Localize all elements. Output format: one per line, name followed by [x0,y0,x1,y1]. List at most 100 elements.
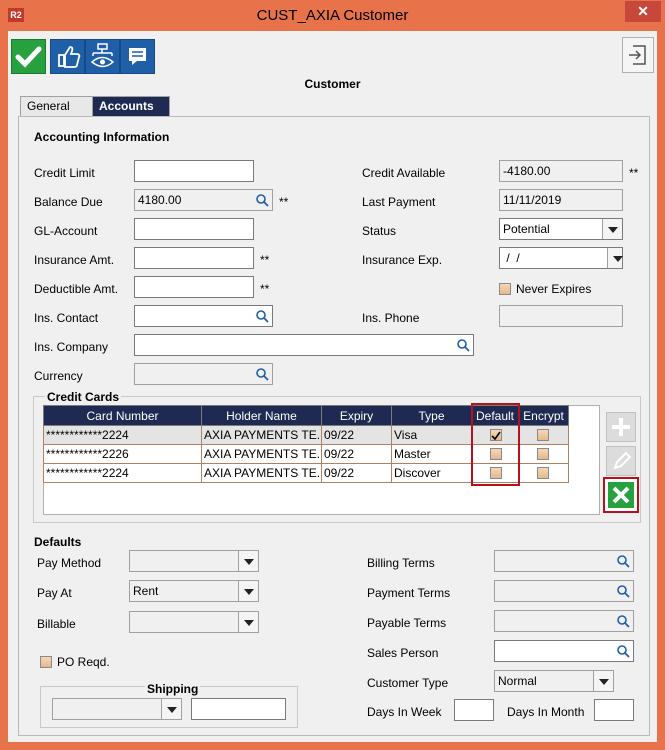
customer-type-label: Customer Type [367,676,449,690]
balance-due-note: ** [279,195,289,209]
pencil-icon [613,451,632,470]
balance-due-input[interactable]: 4180.00 [134,189,273,211]
encrypt-checkbox[interactable] [537,467,549,479]
days-in-week-input[interactable] [454,699,494,721]
column-header-type[interactable]: Type [391,405,472,426]
expiry-cell: 09/22 [321,463,392,483]
default-column-highlight [471,403,520,486]
column-header-holder-name[interactable]: Holder Name [201,405,322,426]
chevron-down-icon[interactable] [161,699,181,719]
delete-card-button[interactable] [603,477,639,513]
billing-terms-input[interactable] [494,550,634,572]
billable-label: Billable [37,617,76,631]
approve-button[interactable] [50,39,85,74]
type-cell: Master [391,444,472,464]
close-button[interactable]: ✕ [625,1,661,22]
title-bar: R2 CUST_AXIA Customer ✕ [0,0,665,31]
insurance-exp-label: Insurance Exp. [362,253,443,267]
ins-contact-label: Ins. Contact [34,311,99,325]
deductible-amt-label: Deductible Amt. [34,282,119,296]
exit-button[interactable] [622,37,654,73]
gl-account-input[interactable] [134,218,254,240]
ins-phone-input[interactable] [499,305,623,327]
currency-input[interactable] [134,363,273,385]
view-button[interactable] [85,39,120,74]
chevron-down-icon[interactable] [238,581,258,601]
ins-company-input[interactable] [134,334,474,356]
search-icon[interactable] [616,584,630,598]
days-in-month-label: Days In Month [507,705,585,719]
tab-accounts[interactable]: Accounts [92,96,170,116]
chevron-down-icon[interactable] [238,551,258,571]
insurance-exp-input[interactable]: / / [499,247,623,269]
status-select[interactable]: Potential [499,218,623,240]
eye-network-icon [90,43,115,68]
save-button[interactable] [11,39,46,74]
client-area: Customer General Accounts Accounting Inf… [8,31,657,742]
insurance-amt-input[interactable] [134,247,254,269]
never-expires-checkbox[interactable] [499,283,511,295]
po-reqd-checkbox[interactable] [40,656,52,668]
chevron-down-icon[interactable] [593,671,613,691]
encrypt-checkbox[interactable] [537,448,549,460]
credit-limit-input[interactable] [134,160,254,182]
payable-terms-label: Payable Terms [367,616,447,630]
po-reqd-label: PO Reqd. [57,655,110,669]
last-payment-input[interactable]: 11/11/2019 [499,189,623,211]
holder-name-cell: AXIA PAYMENTS TE... [201,425,322,445]
days-in-month-input[interactable] [594,699,634,721]
column-header-card-number[interactable]: Card Number [43,405,202,426]
pay-at-label: Pay At [37,586,72,600]
search-icon[interactable] [255,309,269,323]
customer-type-select[interactable]: Normal [494,670,614,692]
pay-method-label: Pay Method [37,556,102,570]
shipping-select[interactable] [52,698,182,720]
search-icon[interactable] [616,644,630,658]
chevron-down-icon[interactable] [607,248,623,268]
column-header-expiry[interactable]: Expiry [321,405,392,426]
insurance-amt-label: Insurance Amt. [34,253,115,267]
currency-label: Currency [34,369,83,383]
payment-terms-input[interactable] [494,580,634,602]
add-card-button[interactable] [606,412,636,442]
sales-person-label: Sales Person [367,646,439,660]
card-number-cell: ************2224 [43,463,202,483]
comment-icon [129,48,146,65]
billable-select[interactable] [129,611,259,633]
pay-method-select[interactable] [129,550,259,572]
ins-contact-input[interactable] [134,305,273,327]
shipping-heading: Shipping [145,682,201,696]
encrypt-cell [518,425,569,445]
deductible-amt-note: ** [260,282,270,296]
search-icon[interactable] [616,614,630,628]
payable-terms-input[interactable] [494,610,634,632]
credit-available-label: Credit Available [362,166,446,180]
balance-due-value: 4180.00 [138,193,182,207]
status-value: Potential [503,222,550,236]
chevron-down-icon[interactable] [602,219,622,239]
insurance-amt-note: ** [260,253,270,267]
deductible-amt-input[interactable] [134,276,254,298]
search-icon[interactable] [456,338,470,352]
encrypt-checkbox[interactable] [537,429,549,441]
shipping-extra-input[interactable] [191,698,286,720]
credit-available-input[interactable]: -4180.00 [499,160,623,182]
defaults-heading: Defaults [34,535,82,549]
type-cell: Discover [391,463,472,483]
insurance-exp-value: / / [503,251,520,265]
checkmark-icon [15,46,42,68]
tab-general[interactable]: General [20,96,94,116]
edit-card-button[interactable] [606,446,636,476]
pay-at-select[interactable]: Rent [129,580,259,602]
column-header-encrypt[interactable]: Encrypt [518,405,569,426]
notes-button[interactable] [120,39,155,74]
pay-at-value: Rent [133,584,159,598]
never-expires-label: Never Expires [516,282,592,296]
search-icon[interactable] [616,554,630,568]
plus-icon [612,418,630,436]
chevron-down-icon[interactable] [238,612,258,632]
search-icon[interactable] [255,193,269,207]
days-in-week-label: Days In Week [367,705,442,719]
sales-person-input[interactable] [494,640,634,662]
search-icon[interactable] [255,367,269,381]
